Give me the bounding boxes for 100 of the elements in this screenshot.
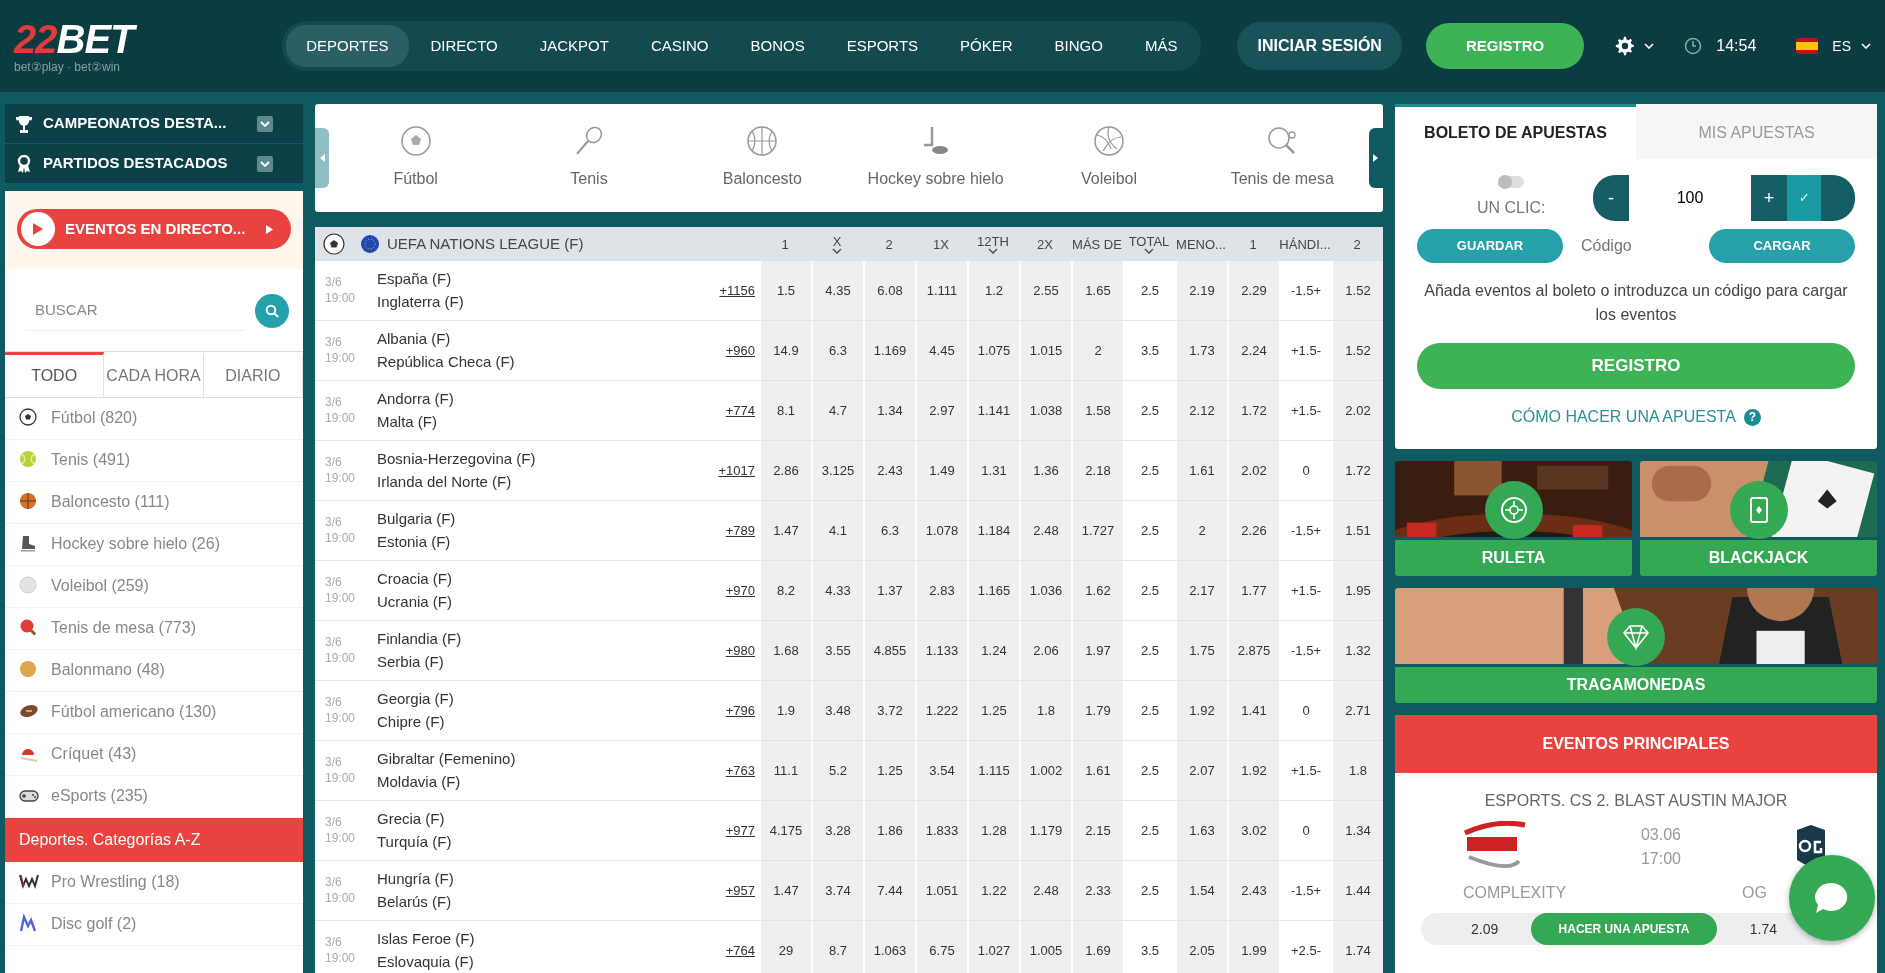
odds-button[interactable]: 1.222	[915, 681, 967, 740]
odds-button[interactable]: 2.33	[1071, 861, 1123, 920]
column-header[interactable]: TOTAL	[1128, 234, 1170, 248]
odds-button[interactable]: 6.75	[915, 921, 967, 973]
odds-button[interactable]: 1.75	[1175, 621, 1227, 680]
odds-button[interactable]: 1.005	[1019, 921, 1071, 973]
odds-value[interactable]: 1.74	[1749, 918, 1777, 940]
team-name[interactable]: Georgia (F)	[377, 688, 699, 711]
odds-button[interactable]: 2.43	[863, 441, 915, 500]
sport-item[interactable]: Balonmano (48)	[5, 649, 303, 692]
odds-button[interactable]: 2	[1071, 321, 1123, 380]
more-bets-link[interactable]: +980	[699, 640, 759, 661]
odds-button[interactable]: 3.55	[811, 621, 863, 680]
team-name[interactable]: Belarús (F)	[377, 890, 699, 913]
odds-button[interactable]: 2.18	[1071, 441, 1123, 500]
live-events-button[interactable]: EVENTOS EN DIRECTO...	[17, 209, 291, 249]
odds-button[interactable]: 3.54	[915, 741, 967, 800]
team-name[interactable]: Malta (F)	[377, 410, 699, 433]
odds-button[interactable]: 1.68	[759, 621, 811, 680]
odds-button[interactable]: 2.15	[1071, 801, 1123, 860]
language-label[interactable]: ES	[1832, 35, 1851, 57]
odds-button[interactable]: 1.063	[863, 921, 915, 973]
odds-button[interactable]: 1.41	[1227, 681, 1279, 740]
sport-item[interactable]: Tenis de mesa (773)	[5, 607, 303, 650]
odds-button[interactable]: 2.02	[1227, 441, 1279, 500]
odds-button[interactable]: 2.875	[1227, 621, 1279, 680]
event-title[interactable]: ESPORTS. CS 2. BLAST AUSTIN MAJOR	[1395, 789, 1877, 813]
decrease-button[interactable]: -	[1593, 175, 1629, 221]
odds-button[interactable]: 1.73	[1175, 321, 1227, 380]
nav-tab[interactable]: PÓKER	[940, 24, 1033, 68]
team-name[interactable]: Croacia (F)	[377, 568, 699, 591]
team-name[interactable]: Irlanda del Norte (F)	[377, 470, 699, 493]
more-bets-link[interactable]: +789	[699, 520, 759, 541]
odds-button[interactable]: 2.55	[1019, 261, 1071, 320]
sport-item[interactable]: eSports (235)	[5, 775, 303, 818]
team-name[interactable]: Ucrania (F)	[377, 590, 699, 613]
team-name[interactable]: Estonia (F)	[377, 530, 699, 553]
more-bets-link[interactable]: +960	[699, 340, 759, 361]
odds-button[interactable]: 8.2	[759, 561, 811, 620]
nav-tab[interactable]: ESPORTS	[826, 24, 939, 68]
odds-button[interactable]: 4.45	[915, 321, 967, 380]
odds-button[interactable]: 1.79	[1071, 681, 1123, 740]
team-name[interactable]: Gibraltar (Femenino)	[377, 748, 699, 771]
nav-tab[interactable]: BINGO	[1034, 24, 1123, 68]
logo[interactable]: 22BET	[14, 19, 283, 59]
odds-button[interactable]: 1.86	[863, 801, 915, 860]
odds-button[interactable]: 1.002	[1019, 741, 1071, 800]
odds-button[interactable]: 1.58	[1071, 381, 1123, 440]
odds-button[interactable]: 1.25	[967, 681, 1019, 740]
nav-tab[interactable]: MÁS	[1124, 24, 1198, 68]
odds-button[interactable]: 1.8	[1019, 681, 1071, 740]
team-name[interactable]: Islas Feroe (F)	[377, 928, 699, 951]
odds-button[interactable]: 1.25	[863, 741, 915, 800]
odds-button[interactable]: 2.29	[1227, 261, 1279, 320]
sport-item[interactable]: Voleibol (259)	[5, 565, 303, 608]
sport-item[interactable]: Fútbol (820)	[5, 397, 303, 440]
odds-button[interactable]: 1.727	[1071, 501, 1123, 560]
filter-tab[interactable]: TODO	[5, 351, 105, 397]
odds-button[interactable]: 1.036	[1019, 561, 1071, 620]
odds-button[interactable]: 1.34	[863, 381, 915, 440]
odds-button[interactable]: 1.37	[863, 561, 915, 620]
team-name[interactable]: Serbia (F)	[377, 650, 699, 673]
odds-button[interactable]: 1.038	[1019, 381, 1071, 440]
settings-icon[interactable]	[1614, 35, 1637, 57]
odds-button[interactable]: 2.24	[1227, 321, 1279, 380]
odds-button[interactable]: 1.34	[1331, 801, 1383, 860]
odds-button[interactable]: 1.5	[759, 261, 811, 320]
column-header[interactable]: 12TH	[977, 234, 1009, 248]
odds-button[interactable]: 3.28	[811, 801, 863, 860]
odds-button[interactable]: 1.2	[967, 261, 1019, 320]
odds-button[interactable]: 5.2	[811, 741, 863, 800]
odds-button[interactable]: 1.32	[1331, 621, 1383, 680]
odds-button[interactable]: 1.36	[1019, 441, 1071, 500]
odds-button[interactable]: 3.72	[863, 681, 915, 740]
team-name[interactable]: Bosnia-Herzegovina (F)	[377, 448, 699, 471]
odds-button[interactable]: 8.1	[759, 381, 811, 440]
sport-item[interactable]: Fútbol americano (130)	[5, 691, 303, 734]
sport-tab[interactable]: Tenis de mesa	[1195, 124, 1369, 192]
odds-button[interactable]: 1.179	[1019, 801, 1071, 860]
team-name[interactable]: Inglaterra (F)	[377, 290, 699, 313]
odds-button[interactable]: 14.9	[759, 321, 811, 380]
sport-item[interactable]: Disc golf (2)	[5, 903, 303, 946]
odds-button[interactable]: 3.48	[811, 681, 863, 740]
more-bets-link[interactable]: +763	[699, 760, 759, 781]
odds-button[interactable]: 1.075	[967, 321, 1019, 380]
odds-button[interactable]: 2.26	[1227, 501, 1279, 560]
sidebar-menu[interactable]: CAMPEONATOS DESTA...	[5, 104, 303, 144]
odds-button[interactable]: 2.02	[1331, 381, 1383, 440]
sport-item[interactable]: Hockey sobre hielo (26)	[5, 523, 303, 566]
odds-button[interactable]: 1.61	[1071, 741, 1123, 800]
odds-button[interactable]: 1.22	[967, 861, 1019, 920]
team-name[interactable]: Finlandia (F)	[377, 628, 699, 651]
flag-icon[interactable]	[1796, 38, 1819, 54]
odds-button[interactable]: 1.47	[759, 861, 811, 920]
odds-button[interactable]: 6.3	[863, 501, 915, 560]
more-bets-link[interactable]: +796	[699, 700, 759, 721]
team-name[interactable]: Grecia (F)	[377, 808, 699, 831]
nav-tab[interactable]: CASINO	[630, 24, 729, 68]
odds-button[interactable]: 1.65	[1071, 261, 1123, 320]
odds-button[interactable]: 4.35	[811, 261, 863, 320]
